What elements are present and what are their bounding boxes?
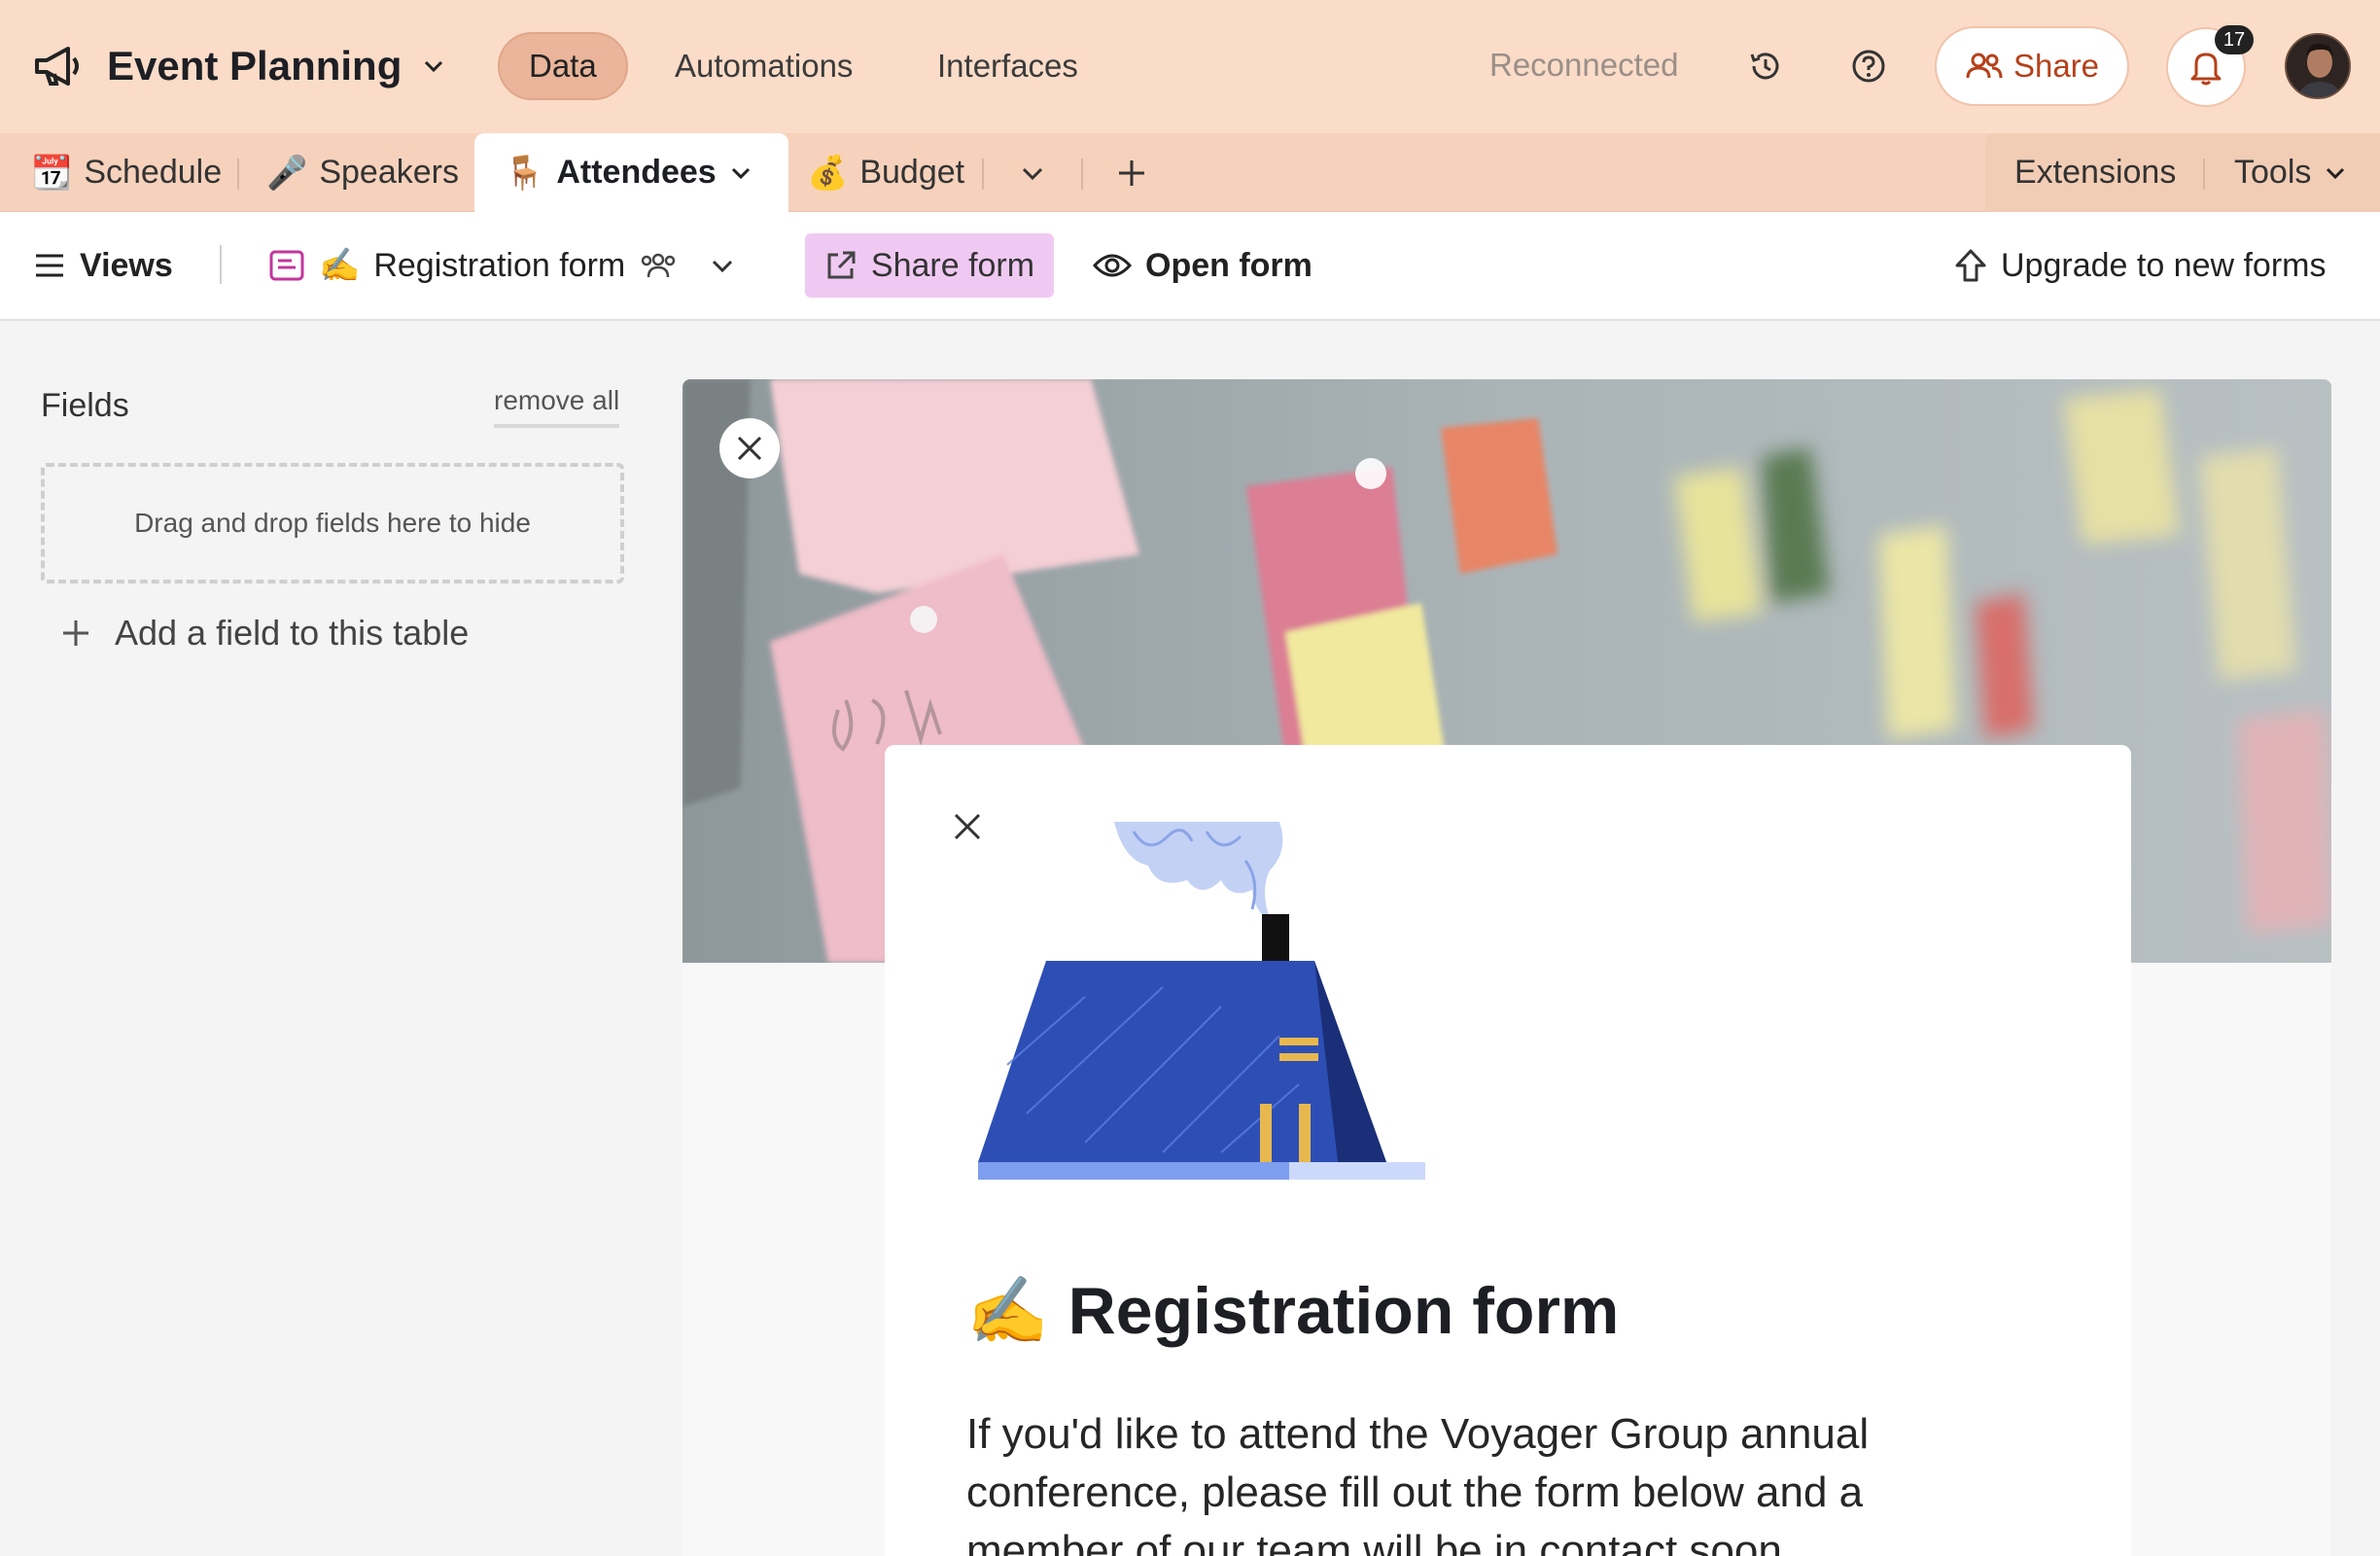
tab-budget[interactable]: 💰 Budget: [807, 133, 964, 212]
remove-cover-button[interactable]: [719, 418, 780, 478]
collaborative-view-icon: [639, 251, 678, 280]
tab-divider: [1081, 159, 1083, 190]
tools-label: Tools: [2234, 154, 2312, 191]
eye-icon: [1093, 252, 1132, 279]
share-form-button[interactable]: Share form: [805, 233, 1054, 298]
tab-divider: [982, 159, 984, 190]
hidden-fields-dropzone[interactable]: Drag and drop fields here to hide: [41, 463, 624, 584]
form-title-text: Registration form: [1068, 1274, 1620, 1348]
connection-status: Reconnected: [1489, 47, 1679, 83]
tab-divider: [2203, 159, 2205, 190]
extensions-label: Extensions: [2014, 154, 2177, 191]
tab-speakers[interactable]: 🎤 Speakers: [266, 133, 459, 212]
view-switcher[interactable]: ✍️ Registration form: [268, 233, 736, 298]
form-description[interactable]: If you'd like to attend the Voyager Grou…: [966, 1405, 1997, 1556]
nav-data[interactable]: Data: [498, 32, 628, 100]
tools-button[interactable]: Tools: [2234, 133, 2348, 212]
calendar-icon: 📆: [31, 154, 73, 192]
base-title-menu[interactable]: Event Planning: [33, 35, 446, 97]
tab-label: Speakers: [319, 154, 459, 191]
upgrade-forms-button[interactable]: Upgrade to new forms: [1954, 233, 2327, 298]
tab-label: Schedule: [84, 154, 223, 191]
remove-all-link[interactable]: remove all: [494, 385, 620, 428]
extensions-button[interactable]: Extensions: [2014, 133, 2176, 212]
writing-hand-icon: ✍️: [966, 1274, 1049, 1348]
views-label: Views: [80, 246, 173, 284]
open-form-label: Open form: [1145, 246, 1312, 284]
money-bag-icon: 💰: [807, 154, 849, 192]
microphone-icon: 🎤: [266, 154, 308, 192]
nav-interfaces[interactable]: Interfaces: [908, 32, 1107, 100]
form-title[interactable]: ✍️ Registration form: [966, 1272, 1619, 1350]
dropzone-text: Drag and drop fields here to hide: [134, 508, 531, 538]
upgrade-arrow-icon: [1954, 248, 1987, 283]
add-table-icon[interactable]: [1114, 156, 1149, 191]
tab-divider: [237, 159, 239, 190]
upgrade-label: Upgrade to new forms: [2001, 246, 2327, 284]
external-link-icon: [824, 249, 858, 282]
chevron-down-icon: [421, 53, 446, 79]
share-label: Share: [2012, 48, 2100, 84]
chevron-down-icon[interactable]: [1015, 156, 1050, 191]
tab-label: Budget: [859, 154, 965, 191]
tab-schedule[interactable]: 📆 Schedule: [31, 133, 222, 212]
add-field-label: Add a field to this table: [115, 613, 470, 653]
close-icon: [735, 434, 764, 463]
nav-interfaces-label: Interfaces: [937, 48, 1078, 84]
views-button[interactable]: Views: [33, 233, 173, 298]
plus-icon: [60, 618, 91, 649]
house-illustration: [968, 822, 1435, 1182]
help-icon[interactable]: [1845, 43, 1892, 89]
tab-attendees[interactable]: 🪑 Attendees: [474, 133, 788, 212]
add-field-button[interactable]: Add a field to this table: [60, 613, 469, 654]
view-name: Registration form: [373, 246, 626, 284]
nav-data-label: Data: [529, 48, 597, 84]
form-view-icon: [268, 249, 305, 282]
toolbar-divider: [220, 245, 222, 284]
users-icon: [1965, 51, 2004, 82]
nav-automations-label: Automations: [675, 48, 854, 84]
chevron-down-icon: [2323, 160, 2348, 186]
fields-title: Fields: [41, 387, 129, 424]
open-form-button[interactable]: Open form: [1093, 233, 1312, 298]
avatar[interactable]: [2285, 33, 2351, 99]
history-icon[interactable]: [1742, 43, 1789, 89]
chevron-down-icon[interactable]: [709, 252, 736, 279]
share-form-label: Share form: [870, 246, 1035, 284]
base-name: Event Planning: [107, 43, 402, 88]
bell-icon: [2188, 48, 2223, 87]
chair-icon: 🪑: [504, 154, 545, 192]
chevron-down-icon[interactable]: [728, 160, 753, 186]
share-button[interactable]: Share: [1935, 26, 2129, 106]
notification-badge: 17: [2215, 25, 2254, 54]
tab-label: Attendees: [556, 154, 717, 191]
megaphone-icon: [33, 45, 88, 88]
hamburger-icon: [33, 252, 66, 279]
view-emoji: ✍️: [319, 247, 361, 284]
nav-automations[interactable]: Automations: [646, 32, 882, 100]
